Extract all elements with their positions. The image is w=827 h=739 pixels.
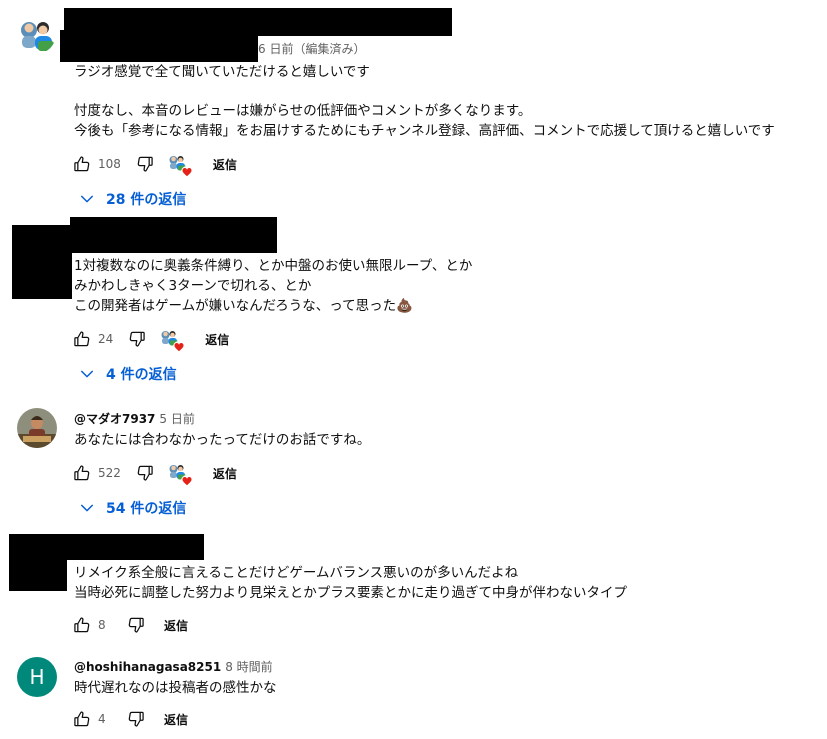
avatar-letter: H: [29, 665, 45, 689]
comment-action-bar: 4 返信: [70, 707, 196, 731]
creator-heart-badge: [159, 327, 183, 351]
comment-header: @hoshihanagasa8251 8 時間前: [74, 658, 273, 675]
comment-author[interactable]: @マダオ7937: [74, 412, 155, 426]
comment-action-bar: 108 返信: [70, 152, 245, 176]
dislike-icon[interactable]: [133, 461, 157, 485]
replies-count-label: 54 件の返信: [106, 501, 187, 517]
comment-timestamp[interactable]: 5 日前: [159, 412, 194, 426]
replies-count-label: 4 件の返信: [106, 367, 177, 383]
like-icon[interactable]: [70, 707, 94, 731]
redacted-avatar: [9, 534, 67, 591]
like-count: 24: [98, 332, 114, 346]
redacted-block: [70, 217, 277, 253]
comment-text-line: 今後も「参考になる情報」をお届けするためにもチャンネル登録、高評価、コメントで応…: [74, 123, 775, 139]
user-avatar[interactable]: [17, 408, 57, 448]
dislike-icon[interactable]: [125, 327, 149, 351]
reply-button[interactable]: 返信: [205, 156, 245, 173]
like-icon[interactable]: [70, 461, 94, 485]
like-count: 108: [98, 157, 121, 171]
redacted-block: [60, 30, 258, 62]
like-count: 522: [98, 466, 121, 480]
comment-action-bar: 522 返信: [70, 461, 245, 485]
comment-action-bar: 24 返信: [70, 327, 237, 351]
heart-icon: [181, 475, 193, 487]
heart-icon: [173, 341, 185, 353]
comment-text-line: 忖度なし、本音のレビューは嫌がらせの低評価やコメントが多くなります。: [74, 103, 532, 119]
redacted-avatar: [12, 225, 72, 299]
view-replies-button[interactable]: 54 件の返信: [78, 498, 186, 518]
chevron-down-icon: [78, 365, 96, 383]
comment-action-bar: 8 返信: [70, 613, 196, 637]
comment-text-line: ラジオ感覚で全て聞いていただけると嬉しいです: [74, 64, 370, 80]
poop-emoji: 💩: [396, 298, 413, 314]
comment-text-line: リメイク系全般に言えることだけどゲームバランス悪いのが多いんだよね: [74, 565, 519, 581]
heart-icon: [181, 166, 193, 178]
dislike-icon[interactable]: [133, 152, 157, 176]
reply-button[interactable]: 返信: [156, 711, 196, 728]
comment-text-line: 当時必死に調整した努力より見栄えとかプラス要素とかに走り過ぎて中身が伴わないタイ…: [74, 585, 627, 601]
redacted-block: [66, 534, 204, 560]
reply-button[interactable]: 返信: [205, 465, 245, 482]
view-replies-button[interactable]: 28 件の返信: [78, 189, 186, 209]
comment-timestamp[interactable]: 8 時間前: [225, 660, 272, 674]
like-icon[interactable]: [70, 613, 94, 637]
comment-text-line: あなたには合わなかったってだけのお話ですね。: [74, 432, 371, 448]
reply-button[interactable]: 返信: [156, 617, 196, 634]
like-count: 8: [98, 618, 106, 632]
comment-timestamp[interactable]: 6 日前（編集済み）: [258, 40, 365, 57]
creator-avatar[interactable]: [16, 14, 56, 54]
chevron-down-icon: [78, 499, 96, 517]
dislike-icon[interactable]: [124, 707, 148, 731]
like-icon[interactable]: [70, 152, 94, 176]
comment-header: @マダオ7937 5 日前: [74, 410, 195, 427]
view-replies-button[interactable]: 4 件の返信: [78, 364, 177, 384]
replies-count-label: 28 件の返信: [106, 192, 187, 208]
reply-button[interactable]: 返信: [197, 331, 237, 348]
comment-text-line: みかわしきゃく3ターンで切れる、とか: [74, 278, 312, 294]
comment-text-line: この開発者はゲームが嫌いなんだろうな、って思った💩: [74, 298, 413, 314]
comment-text-line: 1対複数なのに奥義条件縛り、とか中盤のお使い無限ループ、とか: [74, 258, 473, 274]
like-count: 4: [98, 712, 106, 726]
comment-text-line: 時代遅れなのは投稿者の感性かな: [74, 680, 277, 696]
comment-author[interactable]: @hoshihanagasa8251: [74, 660, 221, 674]
user-avatar[interactable]: H: [17, 657, 57, 697]
chevron-down-icon: [78, 190, 96, 208]
dislike-icon[interactable]: [124, 613, 148, 637]
creator-heart-badge: [167, 461, 191, 485]
like-icon[interactable]: [70, 327, 94, 351]
creator-heart-badge: [167, 152, 191, 176]
